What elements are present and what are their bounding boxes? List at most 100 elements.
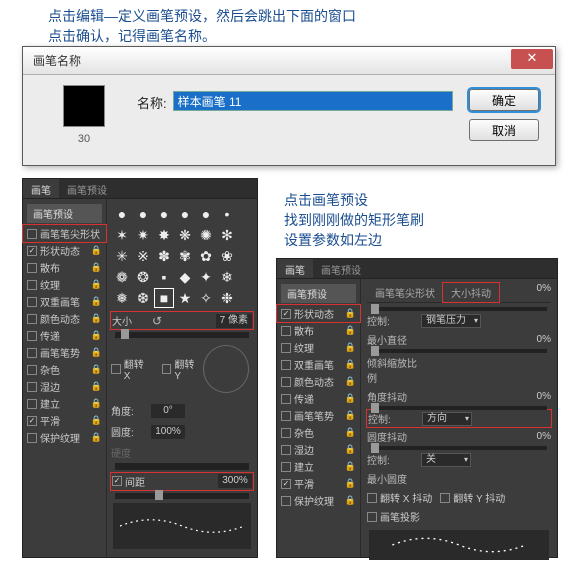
- tab-brush-r[interactable]: 画笔: [277, 259, 313, 278]
- side-item-4[interactable]: 双重画笔🔒: [23, 293, 106, 310]
- flipy-jitter-checkbox[interactable]: [440, 493, 450, 503]
- side-item-r-6[interactable]: 画笔笔势🔒: [277, 407, 360, 424]
- brush-cell-1[interactable]: ●: [134, 205, 152, 223]
- brush-cell-7[interactable]: ✷: [134, 226, 152, 244]
- side-header[interactable]: 画笔预设: [27, 204, 102, 223]
- control2-dropdown[interactable]: 方向: [422, 412, 472, 426]
- brush-cell-10[interactable]: ✺: [197, 226, 215, 244]
- anglejitter-slider[interactable]: [371, 406, 547, 410]
- side-checkbox[interactable]: [281, 428, 291, 438]
- side-header-r[interactable]: 画笔预设: [281, 284, 356, 303]
- side-checkbox[interactable]: [281, 394, 291, 404]
- brush-cell-19[interactable]: ❂: [134, 268, 152, 286]
- brush-cell-24[interactable]: ❅: [113, 289, 131, 307]
- side-checkbox[interactable]: [27, 297, 37, 307]
- flipx-checkbox[interactable]: [111, 364, 121, 374]
- side-checkbox[interactable]: [281, 309, 291, 319]
- side-item-r-0[interactable]: 形状动态🔒: [277, 305, 360, 322]
- brush-cell-16[interactable]: ✿: [197, 247, 215, 265]
- brush-cell-13[interactable]: ※: [134, 247, 152, 265]
- side-checkbox[interactable]: [281, 326, 291, 336]
- brush-cell-17[interactable]: ❀: [218, 247, 236, 265]
- size-value[interactable]: 7 像素: [216, 314, 252, 328]
- brush-cell-0[interactable]: ●: [113, 205, 131, 223]
- side-item-r-10[interactable]: 平滑🔒: [277, 475, 360, 492]
- side-item-r-3[interactable]: 双重画笔🔒: [277, 356, 360, 373]
- brush-cell-14[interactable]: ✽: [155, 247, 173, 265]
- brush-name-input[interactable]: [173, 91, 453, 111]
- side-checkbox[interactable]: [281, 496, 291, 506]
- brush-cell-9[interactable]: ❋: [176, 226, 194, 244]
- side-item-12[interactable]: 保护纹理🔒: [23, 429, 106, 446]
- brush-cell-5[interactable]: •: [218, 205, 236, 223]
- side-item-2[interactable]: 散布🔒: [23, 259, 106, 276]
- side-item-3[interactable]: 纹理🔒: [23, 276, 106, 293]
- side-item-7[interactable]: 画笔笔势🔒: [23, 344, 106, 361]
- flipx-jitter-checkbox[interactable]: [367, 493, 377, 503]
- control-dropdown[interactable]: 钢笔压力: [421, 314, 481, 328]
- side-item-6[interactable]: 传递🔒: [23, 327, 106, 344]
- brush-tip-grid[interactable]: ●●●●●•✶✷✸❋✺✻✳※✽✾✿❀❁❂▪◆✦❄❅❆■★✧❉: [111, 203, 253, 309]
- side-item-5[interactable]: 颜色动态🔒: [23, 310, 106, 327]
- side-checkbox[interactable]: [27, 331, 37, 341]
- brush-cell-28[interactable]: ✧: [197, 289, 215, 307]
- sizejitter-slider[interactable]: [371, 307, 547, 311]
- mindiam-value[interactable]: 0%: [537, 334, 551, 345]
- side-checkbox[interactable]: [27, 365, 37, 375]
- tab-preset[interactable]: 画笔预设: [59, 179, 115, 198]
- side-checkbox[interactable]: [281, 343, 291, 353]
- spacing-checkbox[interactable]: [112, 476, 122, 486]
- spacing-value[interactable]: 300%: [218, 474, 252, 488]
- ctrl-tab-sizejitter[interactable]: 大小抖动: [443, 283, 499, 302]
- side-item-r-1[interactable]: 散布🔒: [277, 322, 360, 339]
- side-checkbox[interactable]: [27, 229, 37, 239]
- roundjitter-slider[interactable]: [371, 446, 547, 450]
- side-item-10[interactable]: 建立🔒: [23, 395, 106, 412]
- spacing-slider[interactable]: [115, 493, 249, 499]
- reset-icon[interactable]: ↺: [152, 314, 162, 328]
- brush-cell-3[interactable]: ●: [176, 205, 194, 223]
- brush-cell-18[interactable]: ❁: [113, 268, 131, 286]
- close-icon[interactable]: ✕: [511, 49, 553, 69]
- side-item-9[interactable]: 湿边🔒: [23, 378, 106, 395]
- anglejitter-value[interactable]: 0%: [537, 391, 551, 402]
- roundness-value[interactable]: 100%: [151, 425, 185, 439]
- sizejitter-value[interactable]: 0%: [537, 283, 551, 302]
- flipy-checkbox[interactable]: [162, 364, 172, 374]
- brush-cell-2[interactable]: ●: [155, 205, 173, 223]
- tab-preset-r[interactable]: 画笔预设: [313, 259, 369, 278]
- brush-cell-6[interactable]: ✶: [113, 226, 131, 244]
- side-item-0[interactable]: 画笔笔尖形状: [23, 225, 106, 242]
- side-item-r-8[interactable]: 湿边🔒: [277, 441, 360, 458]
- ctrl-tab-tip[interactable]: 画笔笔尖形状: [367, 283, 443, 302]
- side-checkbox[interactable]: [27, 314, 37, 324]
- dialog-titlebar[interactable]: 画笔名称 ✕: [23, 47, 555, 75]
- brush-cell-11[interactable]: ✻: [218, 226, 236, 244]
- ok-button[interactable]: 确定: [469, 89, 539, 111]
- side-checkbox[interactable]: [27, 348, 37, 358]
- brush-cell-23[interactable]: ❄: [218, 268, 236, 286]
- brush-cell-27[interactable]: ★: [176, 289, 194, 307]
- side-checkbox[interactable]: [27, 382, 37, 392]
- side-checkbox[interactable]: [27, 263, 37, 273]
- side-checkbox[interactable]: [281, 445, 291, 455]
- roundjitter-value[interactable]: 0%: [537, 431, 551, 442]
- brush-cell-22[interactable]: ✦: [197, 268, 215, 286]
- brush-cell-25[interactable]: ❆: [134, 289, 152, 307]
- tab-brush[interactable]: 画笔: [23, 179, 59, 198]
- brush-cell-20[interactable]: ▪: [155, 268, 173, 286]
- angle-value[interactable]: 0°: [151, 404, 185, 418]
- side-item-r-7[interactable]: 杂色🔒: [277, 424, 360, 441]
- side-item-r-11[interactable]: 保护纹理🔒: [277, 492, 360, 509]
- side-checkbox[interactable]: [27, 433, 37, 443]
- size-slider[interactable]: [115, 332, 249, 338]
- side-item-1[interactable]: 形状动态🔒: [23, 242, 106, 259]
- side-checkbox[interactable]: [281, 462, 291, 472]
- brush-cell-12[interactable]: ✳: [113, 247, 131, 265]
- side-item-r-9[interactable]: 建立🔒: [277, 458, 360, 475]
- side-checkbox[interactable]: [27, 416, 37, 426]
- side-item-8[interactable]: 杂色🔒: [23, 361, 106, 378]
- mindiam-slider[interactable]: [371, 349, 547, 353]
- side-checkbox[interactable]: [27, 280, 37, 290]
- side-checkbox[interactable]: [281, 411, 291, 421]
